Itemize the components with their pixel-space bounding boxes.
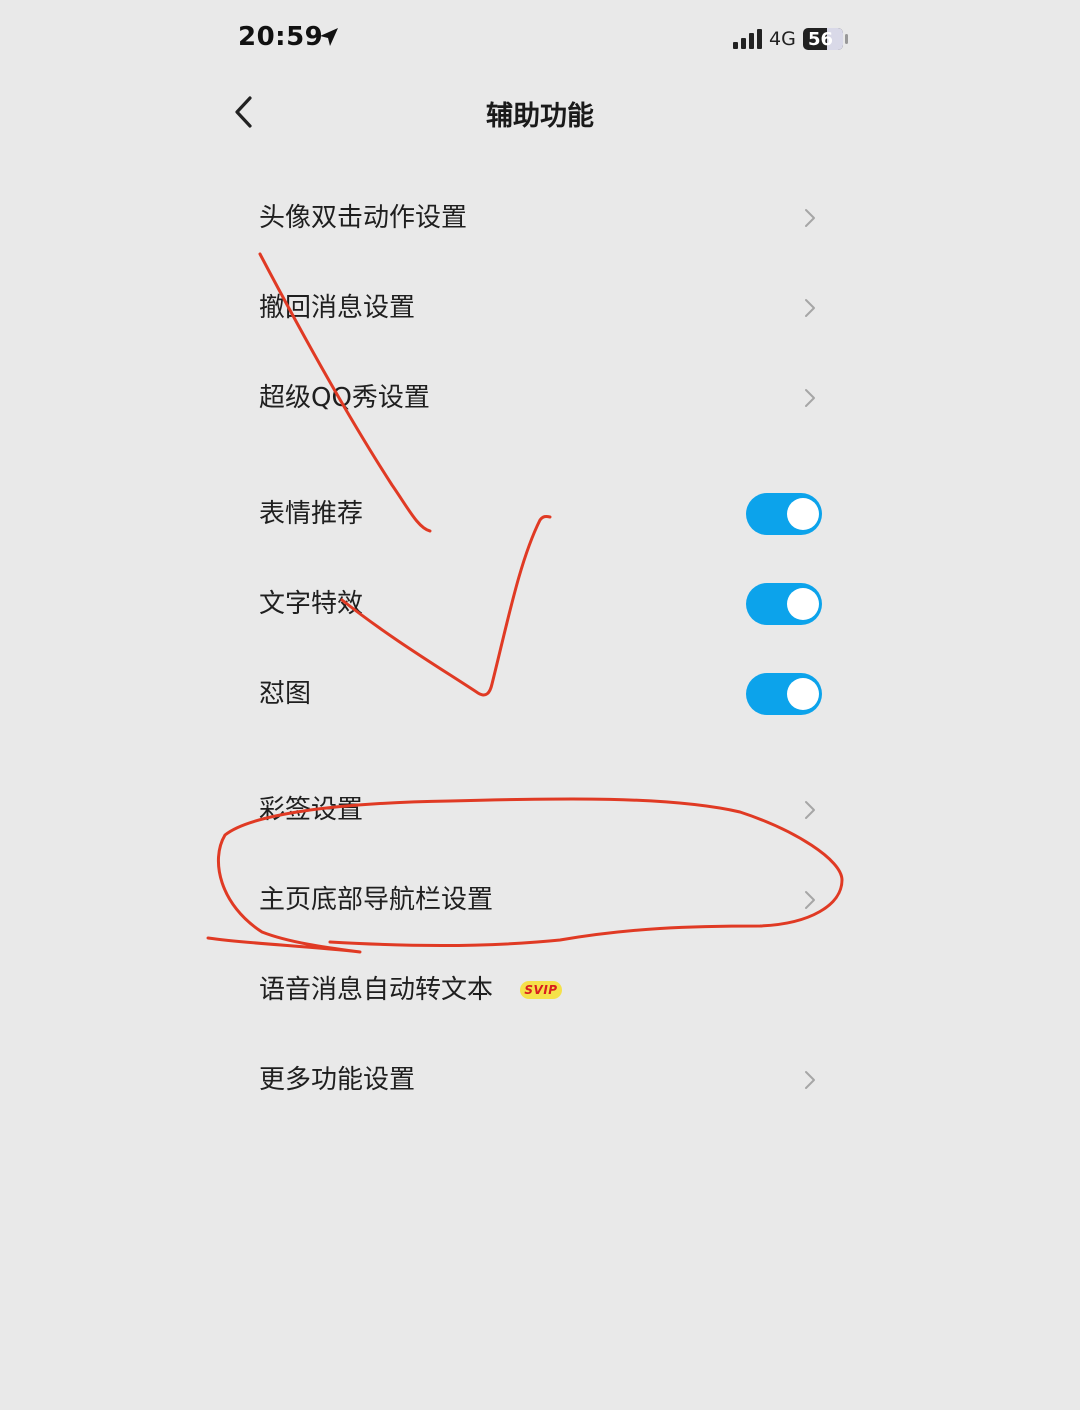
bottom-nav-row[interactable]: 主页底部导航栏设置 bbox=[220, 855, 860, 945]
battery-cap bbox=[845, 34, 848, 44]
signal-icon bbox=[733, 29, 762, 49]
more-settings-row[interactable]: 更多功能设置 bbox=[220, 1035, 860, 1125]
sticker-recommend-row: 表情推荐 bbox=[220, 469, 860, 559]
chevron-right-icon bbox=[805, 389, 815, 407]
chevron-right-icon bbox=[805, 801, 815, 819]
text-effects-row: 文字特效 bbox=[220, 559, 860, 649]
svip-badge: SVIP bbox=[520, 981, 562, 999]
chevron-right-icon bbox=[805, 891, 815, 909]
toggle-knob bbox=[787, 678, 819, 710]
location-arrow-icon bbox=[320, 28, 338, 46]
row-label: 更多功能设置 bbox=[259, 1065, 416, 1095]
row-label: 超级QQ秀设置 bbox=[259, 383, 430, 413]
phone-screen: 20:59 4G 56 辅助功能 头像双击动作设置 撤回消息设置 超级QQ秀设置… bbox=[220, 0, 860, 1410]
row-label: 表情推荐 bbox=[259, 499, 364, 529]
chevron-right-icon bbox=[805, 209, 815, 227]
page-title: 辅助功能 bbox=[486, 101, 594, 132]
status-time: 20:59 bbox=[238, 22, 324, 52]
network-type: 4G bbox=[769, 28, 796, 50]
super-qq-show-row[interactable]: 超级QQ秀设置 bbox=[220, 353, 860, 443]
toggle-knob bbox=[787, 588, 819, 620]
battery-icon: 56 bbox=[803, 28, 843, 50]
row-label: 撤回消息设置 bbox=[259, 293, 416, 323]
row-label: 头像双击动作设置 bbox=[259, 203, 468, 233]
battery-level: 56 bbox=[808, 29, 834, 50]
row-label: 怼图 bbox=[259, 679, 312, 709]
chevron-right-icon bbox=[805, 1071, 815, 1089]
voice-to-text-row[interactable]: 语音消息自动转文本 SVIP bbox=[220, 945, 860, 1035]
duitu-toggle[interactable] bbox=[746, 673, 822, 715]
toggle-knob bbox=[787, 498, 819, 530]
text-effects-toggle[interactable] bbox=[746, 583, 822, 625]
avatar-double-tap-row[interactable]: 头像双击动作设置 bbox=[220, 173, 860, 263]
row-label: 彩签设置 bbox=[259, 795, 364, 825]
recall-message-row[interactable]: 撤回消息设置 bbox=[220, 263, 860, 353]
chevron-right-icon bbox=[805, 299, 815, 317]
sticker-recommend-toggle[interactable] bbox=[746, 493, 822, 535]
row-label: 主页底部导航栏设置 bbox=[259, 885, 494, 915]
duitu-row: 怼图 bbox=[220, 649, 860, 739]
row-label: 语音消息自动转文本 bbox=[259, 975, 494, 1005]
status-bar: 20:59 4G 56 bbox=[220, 0, 860, 80]
color-sign-row[interactable]: 彩签设置 bbox=[220, 765, 860, 855]
row-label: 文字特效 bbox=[259, 589, 364, 619]
nav-header: 辅助功能 bbox=[220, 80, 860, 144]
